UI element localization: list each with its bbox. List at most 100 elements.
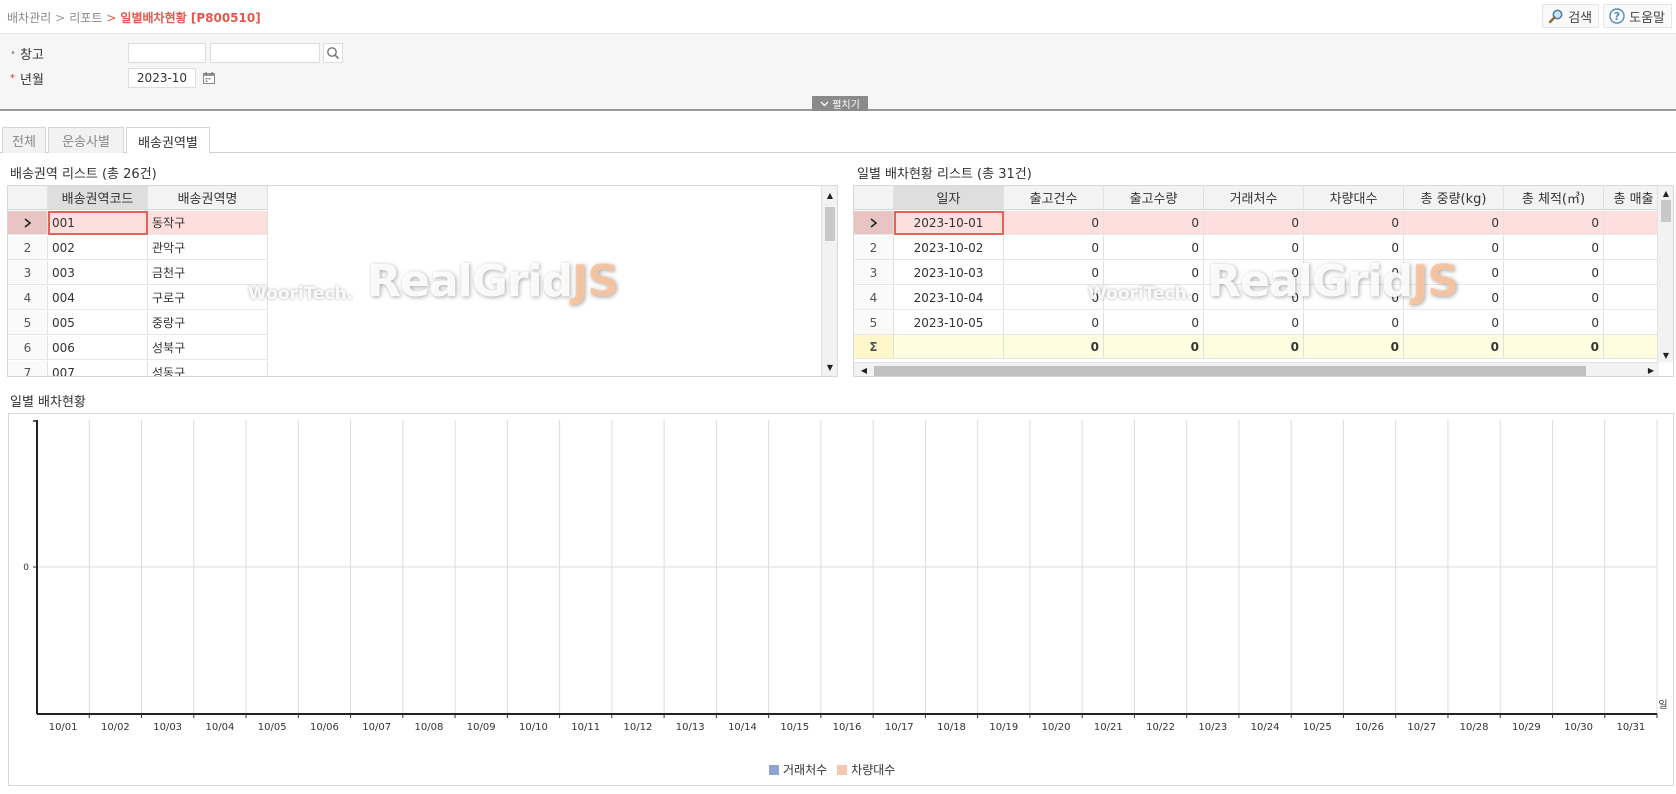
warehouse-name-input[interactable] — [210, 43, 320, 63]
yearmonth-input[interactable] — [128, 68, 196, 88]
cell-total-weight[interactable]: 0 — [1404, 211, 1504, 235]
cell-customer-count[interactable]: 0 — [1204, 286, 1304, 310]
cell-zone-name[interactable]: 관악구 — [148, 236, 268, 260]
help-button[interactable]: ? 도움말 — [1603, 4, 1672, 28]
table-row[interactable]: 001 동작구 — [8, 211, 268, 235]
scroll-thumb[interactable] — [825, 207, 835, 241]
cell-date[interactable]: 2023-10-01 — [894, 211, 1004, 235]
cell-total-weight[interactable]: 0 — [1404, 286, 1504, 310]
scroll-thumb[interactable] — [874, 366, 1586, 376]
cell-customer-count[interactable]: 0 — [1204, 236, 1304, 260]
cell-vehicle-count[interactable]: 0 — [1304, 261, 1404, 285]
legend-item[interactable]: 거래처수 — [769, 761, 827, 778]
dispatch-grid-horizontal-scrollbar[interactable]: ◀ ▶ — [854, 362, 1659, 376]
scroll-down-arrow-icon[interactable]: ▼ — [1658, 348, 1673, 362]
cell-total-sales[interactable] — [1604, 286, 1664, 310]
table-row[interactable]: 2023-10-01 0 0 0 0 0 0 — [854, 211, 1664, 235]
cell-zone-code[interactable]: 006 — [48, 336, 148, 360]
tab-all[interactable]: 전체 — [2, 127, 46, 153]
column-header-total-volume[interactable]: 총 체적(㎥) — [1504, 186, 1604, 210]
cell-total-volume[interactable]: 0 — [1504, 261, 1604, 285]
table-row[interactable]: 4 2023-10-04 0 0 0 0 0 0 — [854, 286, 1664, 310]
cell-zone-code[interactable]: 001 — [48, 211, 148, 235]
cell-vehicle-count[interactable]: 0 — [1304, 236, 1404, 260]
cell-shipment-count[interactable]: 0 — [1004, 211, 1104, 235]
cell-total-weight[interactable]: 0 — [1404, 311, 1504, 335]
cell-customer-count[interactable]: 0 — [1204, 261, 1304, 285]
cell-total-weight[interactable]: 0 — [1404, 236, 1504, 260]
cell-shipment-count[interactable]: 0 — [1004, 286, 1104, 310]
scroll-thumb[interactable] — [1661, 200, 1671, 222]
column-header-total-sales[interactable]: 총 매출 — [1604, 186, 1664, 210]
cell-shipment-qty[interactable]: 0 — [1104, 261, 1204, 285]
cell-zone-code[interactable]: 005 — [48, 311, 148, 335]
cell-shipment-count[interactable]: 0 — [1004, 236, 1104, 260]
cell-zone-code[interactable]: 003 — [48, 261, 148, 285]
table-row[interactable]: 3 003 금천구 — [8, 261, 268, 285]
tab-by-delivery-zone[interactable]: 배송권역별 — [126, 127, 210, 154]
cell-zone-name[interactable]: 구로구 — [148, 286, 268, 310]
cell-customer-count[interactable]: 0 — [1204, 311, 1304, 335]
table-row[interactable]: 5 005 중랑구 — [8, 311, 268, 335]
cell-zone-name[interactable]: 동작구 — [148, 211, 268, 235]
cell-shipment-qty[interactable]: 0 — [1104, 311, 1204, 335]
table-row[interactable]: 6 006 성북구 — [8, 336, 268, 360]
calendar-button[interactable] — [199, 68, 219, 88]
scroll-left-arrow-icon[interactable]: ◀ — [856, 363, 872, 376]
cell-total-sales[interactable] — [1604, 311, 1664, 335]
column-header-shipment-qty[interactable]: 출고수량 — [1104, 186, 1204, 210]
table-row[interactable]: 3 2023-10-03 0 0 0 0 0 0 — [854, 261, 1664, 285]
cell-shipment-qty[interactable]: 0 — [1104, 236, 1204, 260]
table-row[interactable]: 2 2023-10-02 0 0 0 0 0 0 — [854, 236, 1664, 260]
cell-total-volume[interactable]: 0 — [1504, 236, 1604, 260]
scroll-right-arrow-icon[interactable]: ▶ — [1643, 363, 1659, 376]
cell-shipment-qty[interactable]: 0 — [1104, 286, 1204, 310]
table-row[interactable]: 7 007 성동구 — [8, 361, 268, 376]
legend-item[interactable]: 차량대수 — [837, 761, 895, 778]
scroll-up-arrow-icon[interactable]: ▲ — [1658, 186, 1673, 200]
cell-customer-count[interactable]: 0 — [1204, 211, 1304, 235]
cell-zone-name[interactable]: 금천구 — [148, 261, 268, 285]
expand-search-button[interactable]: 펼치기 — [812, 96, 868, 111]
cell-zone-name[interactable]: 성북구 — [148, 336, 268, 360]
column-header-zone-name[interactable]: 배송권역명 — [148, 186, 268, 210]
tab-by-carrier[interactable]: 운송사별 — [48, 127, 124, 153]
column-header-shipment-count[interactable]: 출고건수 — [1004, 186, 1104, 210]
cell-vehicle-count[interactable]: 0 — [1304, 286, 1404, 310]
cell-zone-code[interactable]: 007 — [48, 361, 148, 376]
cell-date[interactable]: 2023-10-05 — [894, 311, 1004, 335]
breadcrumb-item-dispatch[interactable]: 배차관리 — [7, 11, 51, 25]
dispatch-grid-vertical-scrollbar[interactable]: ▲ ▼ — [1657, 186, 1673, 362]
cell-total-volume[interactable]: 0 — [1504, 286, 1604, 310]
cell-zone-name[interactable]: 중랑구 — [148, 311, 268, 335]
column-header-date[interactable]: 일자 — [894, 186, 1004, 210]
cell-shipment-count[interactable]: 0 — [1004, 311, 1104, 335]
column-header-customer-count[interactable]: 거래처수 — [1204, 186, 1304, 210]
column-header-vehicle-count[interactable]: 차량대수 — [1304, 186, 1404, 210]
table-row[interactable]: 2 002 관악구 — [8, 236, 268, 260]
scroll-up-arrow-icon[interactable]: ▲ — [822, 188, 837, 202]
cell-total-volume[interactable]: 0 — [1504, 211, 1604, 235]
scroll-down-arrow-icon[interactable]: ▼ — [822, 360, 837, 374]
table-row[interactable]: 5 2023-10-05 0 0 0 0 0 0 — [854, 311, 1664, 335]
cell-shipment-qty[interactable]: 0 — [1104, 211, 1204, 235]
cell-vehicle-count[interactable]: 0 — [1304, 311, 1404, 335]
search-button[interactable]: 검색 — [1542, 4, 1600, 28]
cell-total-sales[interactable] — [1604, 236, 1664, 260]
cell-total-sales[interactable] — [1604, 261, 1664, 285]
cell-shipment-count[interactable]: 0 — [1004, 261, 1104, 285]
warehouse-code-input[interactable] — [128, 43, 206, 63]
cell-date[interactable]: 2023-10-02 — [894, 236, 1004, 260]
table-row[interactable]: 4 004 구로구 — [8, 286, 268, 310]
cell-zone-name[interactable]: 성동구 — [148, 361, 268, 376]
warehouse-lookup-button[interactable] — [323, 43, 343, 63]
cell-total-volume[interactable]: 0 — [1504, 311, 1604, 335]
cell-vehicle-count[interactable]: 0 — [1304, 211, 1404, 235]
column-header-zone-code[interactable]: 배송권역코드 — [48, 186, 148, 210]
cell-zone-code[interactable]: 002 — [48, 236, 148, 260]
cell-date[interactable]: 2023-10-04 — [894, 286, 1004, 310]
cell-zone-code[interactable]: 004 — [48, 286, 148, 310]
column-header-total-weight[interactable]: 총 중량(kg) — [1404, 186, 1504, 210]
breadcrumb-item-report[interactable]: 리포트 — [69, 11, 102, 25]
cell-total-weight[interactable]: 0 — [1404, 261, 1504, 285]
